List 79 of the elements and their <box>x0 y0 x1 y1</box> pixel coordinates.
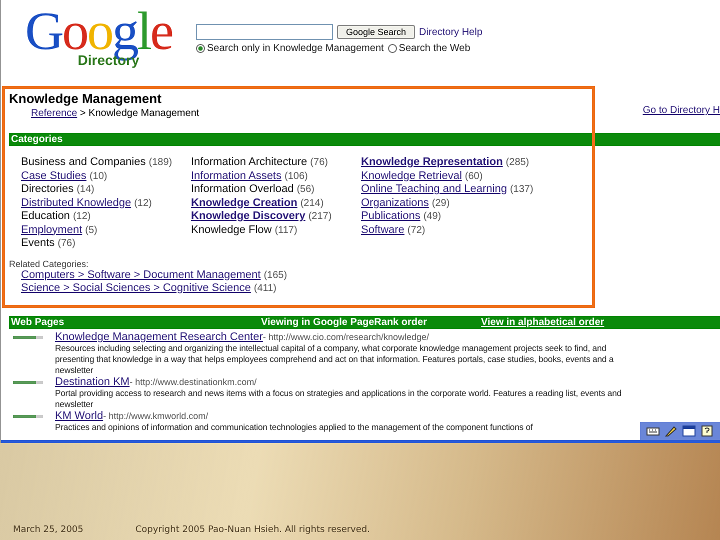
category-count: (5) <box>85 224 98 236</box>
breadcrumb-link[interactable]: Reference <box>31 108 78 119</box>
result-description: Portal providing access to research and news items with a focus on strategies and applications in the corporate world. Features a reading list, events and <box>55 388 622 399</box>
related-category-link[interactable]: Science > Social Sciences > Cognitive Science <box>21 282 251 294</box>
alphabetical-order-link[interactable]: View in alphabetical order <box>481 316 604 329</box>
category-link[interactable]: Information Assets <box>191 170 282 182</box>
search-button[interactable]: Google Search <box>337 25 416 39</box>
category-link[interactable]: Case Studies <box>21 170 86 182</box>
category-count: (214) <box>300 198 324 208</box>
category-count: (60) <box>464 170 483 182</box>
sort-order-text: Viewing in Google PageRank order <box>261 316 428 329</box>
category-count: (411) <box>254 283 277 294</box>
pagerank-bar <box>13 336 43 338</box>
category-count: (137) <box>510 184 534 195</box>
directory-home-link[interactable]: Go to Directory H <box>642 105 720 119</box>
category-count: (14) <box>76 184 94 195</box>
category-count: (189) <box>148 157 172 168</box>
category-link[interactable]: Knowledge Retrieval <box>361 170 462 182</box>
category-link[interactable]: Organizations <box>361 196 429 208</box>
category-count: (12) <box>72 211 91 222</box>
category-link[interactable]: Distributed Knowledge <box>21 196 132 208</box>
category-link[interactable]: Knowledge Discovery <box>191 210 306 222</box>
category-count: (106) <box>284 170 308 182</box>
radio-label: Search only in Knowledge Management <box>207 43 384 54</box>
result-description: newsletter <box>55 365 94 376</box>
category-link[interactable]: Knowledge Flow <box>191 224 272 236</box>
category-link[interactable]: Information Architecture <box>191 156 308 168</box>
category-link[interactable]: Business and Companies <box>21 156 146 168</box>
result-url: - http://www.destinationkm.com/ <box>130 376 257 388</box>
result-description: Practices and opinions of information and communication technologies applied to the management of the component functions of <box>55 422 533 433</box>
category-count: (76) <box>58 238 76 249</box>
category-link[interactable]: Knowledge Representation <box>361 156 503 168</box>
related-category-link[interactable]: Computers > Software > Document Management <box>21 268 261 280</box>
category-count: (217) <box>308 211 332 222</box>
category-link[interactable]: Online Teaching and Learning <box>361 183 507 195</box>
directory-help-link[interactable]: Directory Help <box>419 26 482 38</box>
category-count: (76) <box>310 157 328 168</box>
pen-icon[interactable] <box>664 425 678 437</box>
category-count: (285) <box>506 157 530 168</box>
result-description: presenting that knowledge in a way that helps employees comprehend and act on that information. Features portals, case studies, books, events and a <box>55 354 614 365</box>
category-link[interactable]: Software <box>361 224 404 236</box>
categories-heading: Categories <box>11 134 63 145</box>
related-categories-label: Related Categories: <box>9 258 90 268</box>
result-description: newsletter <box>55 399 94 410</box>
result-title-link[interactable]: Knowledge Management Research Center <box>55 331 263 343</box>
slide-copyright: Copyright 2005 Pao-Nuan Hsieh. All rights reserved. <box>135 525 370 535</box>
help-icon[interactable] <box>700 425 714 437</box>
result-url: - http://www.cio.com/research/knowledge/ <box>262 331 429 343</box>
radio-label: Search the Web <box>398 43 470 54</box>
category-count: (117) <box>274 224 298 236</box>
category-link[interactable]: Knowledge Creation <box>191 196 298 208</box>
category-link[interactable]: Events <box>21 237 55 249</box>
result-description: Resources including selecting and organizing the intellectual capital of a company, what corporate knowledge management projects seek to find, and <box>55 343 606 354</box>
page-title: Knowledge Management <box>9 91 162 106</box>
result-title-link[interactable]: KM World <box>55 410 104 422</box>
category-count: (72) <box>407 224 426 236</box>
keyboard-icon[interactable] <box>646 425 660 437</box>
category-count: (56) <box>296 184 315 195</box>
result-url: - http://www.kmworld.com/ <box>103 410 208 422</box>
category-link[interactable]: Education <box>21 210 70 222</box>
category-link[interactable]: Publications <box>361 210 420 222</box>
category-count: (165) <box>264 270 288 280</box>
radio-button[interactable] <box>196 44 205 53</box>
web-pages-heading: Web Pages <box>11 316 66 329</box>
category-count: (10) <box>89 170 108 182</box>
result-title-link[interactable]: Destination KM <box>55 376 130 388</box>
radio-button[interactable] <box>388 44 397 53</box>
category-count: (49) <box>423 211 442 222</box>
window-icon[interactable] <box>682 425 696 437</box>
pagerank-bar <box>13 414 43 418</box>
category-count: (29) <box>432 198 450 208</box>
category-count: (12) <box>134 198 152 208</box>
breadcrumb-text: > Knowledge Management <box>78 108 200 119</box>
category-link[interactable]: Directories <box>21 183 74 195</box>
search-field[interactable] <box>196 24 333 40</box>
pagerank-bar <box>13 380 43 384</box>
category-link[interactable]: Employment <box>21 224 82 236</box>
category-link[interactable]: Information Overload <box>191 183 294 195</box>
slide-date: March 25, 2005 <box>13 525 84 535</box>
